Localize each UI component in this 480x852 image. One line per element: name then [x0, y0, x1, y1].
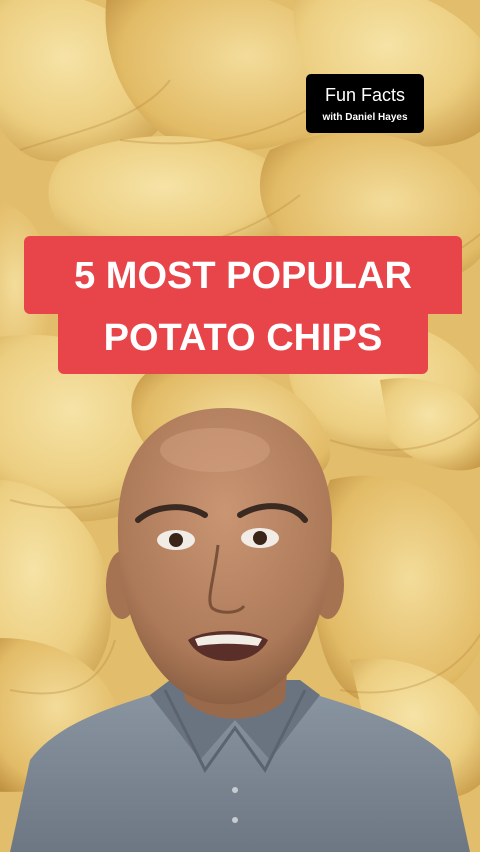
series-badge: Fun Facts with Daniel Hayes — [306, 74, 424, 133]
headline-line-2: POTATO CHIPS — [58, 306, 428, 374]
series-host: with Daniel Hayes — [322, 112, 408, 123]
series-title: Fun Facts — [324, 85, 406, 105]
headline-line-1: 5 MOST POPULAR — [24, 236, 462, 314]
